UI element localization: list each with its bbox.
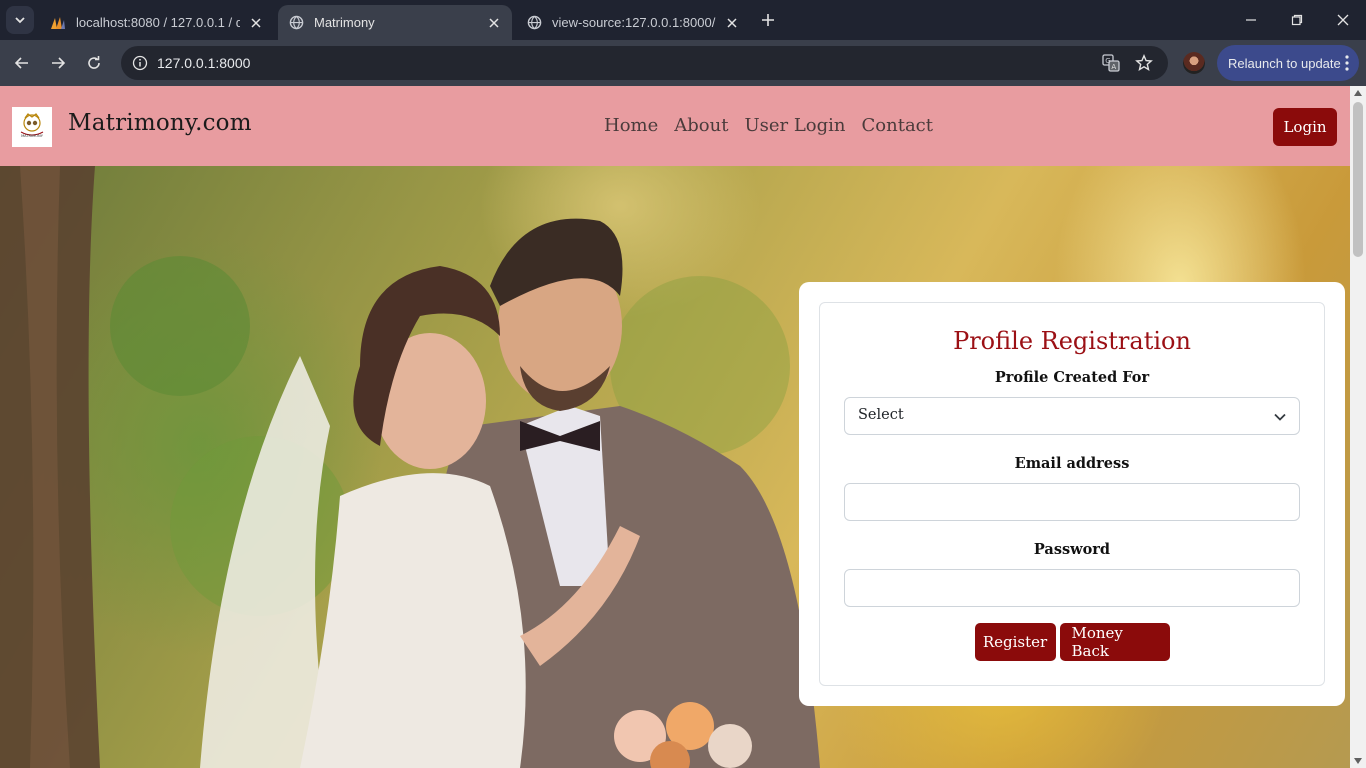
- nav-link-home[interactable]: Home: [604, 115, 658, 136]
- page-viewport: MATRIMONY Matrimony.com Home About User …: [0, 86, 1350, 768]
- tab-search-button[interactable]: [6, 6, 34, 34]
- arrow-right-icon: [52, 57, 66, 69]
- close-icon[interactable]: [486, 15, 502, 31]
- close-icon: [1337, 14, 1349, 26]
- nav-link-about[interactable]: About: [674, 115, 728, 136]
- arrow-left-icon: [14, 57, 28, 69]
- restore-button[interactable]: [1274, 0, 1320, 40]
- browser-toolbar: 127.0.0.1:8000 GA Relaunch to update: [0, 40, 1366, 86]
- select-value: Select: [858, 407, 904, 423]
- translate-icon[interactable]: GA: [1100, 52, 1122, 74]
- url-text: 127.0.0.1:8000: [157, 55, 251, 71]
- forward-button[interactable]: [44, 49, 72, 77]
- profile-created-for-label: Profile Created For: [994, 369, 1150, 386]
- nav-link-user-login[interactable]: User Login: [744, 115, 845, 136]
- svg-text:A: A: [1111, 63, 1116, 71]
- chevron-down-icon: [15, 17, 25, 24]
- site-info-icon[interactable]: [129, 52, 151, 74]
- chevron-down-icon: [1274, 413, 1286, 421]
- registration-card: Profile Registration Profile Created For…: [799, 282, 1345, 706]
- plus-icon: [762, 14, 774, 26]
- tab-title: localhost:8080 / 127.0.0.1 / db /: [76, 15, 240, 30]
- restore-icon: [1291, 14, 1303, 26]
- profile-avatar[interactable]: [1183, 52, 1205, 74]
- tab-matrimony[interactable]: Matrimony: [278, 5, 512, 40]
- browser-tabstrip: localhost:8080 / 127.0.0.1 / db / Matrim…: [0, 0, 1366, 40]
- scroll-down-icon[interactable]: [1354, 758, 1362, 764]
- globe-icon: [288, 15, 304, 31]
- back-button[interactable]: [8, 49, 36, 77]
- close-icon[interactable]: [724, 15, 740, 31]
- site-brand[interactable]: Matrimony.com: [68, 110, 252, 136]
- bookmark-star-icon[interactable]: [1133, 52, 1155, 74]
- nav-link-contact[interactable]: Contact: [862, 115, 933, 136]
- email-field[interactable]: [844, 483, 1300, 521]
- close-window-button[interactable]: [1320, 0, 1366, 40]
- form-title: Profile Registration: [953, 327, 1191, 355]
- registration-form: Profile Registration Profile Created For…: [819, 302, 1325, 686]
- hero-image: Profile Registration Profile Created For…: [0, 166, 1350, 768]
- main-nav: Home About User Login Contact: [604, 115, 933, 136]
- address-bar[interactable]: 127.0.0.1:8000 GA: [121, 46, 1168, 80]
- password-label: Password: [1033, 541, 1111, 558]
- login-button[interactable]: Login: [1273, 108, 1337, 146]
- register-button[interactable]: Register: [974, 623, 1056, 661]
- phpmyadmin-icon: [50, 15, 66, 31]
- more-vert-icon: [1345, 55, 1349, 71]
- minimize-icon: [1246, 19, 1256, 21]
- globe-icon: [526, 15, 542, 31]
- tab-title: Matrimony: [314, 15, 375, 30]
- relaunch-label: Relaunch to update: [1228, 55, 1341, 71]
- relaunch-to-update-button[interactable]: Relaunch to update: [1217, 45, 1359, 81]
- minimize-button[interactable]: [1228, 0, 1274, 40]
- money-back-button[interactable]: Money Back: [1059, 623, 1170, 661]
- new-tab-button[interactable]: [756, 8, 780, 32]
- tab-phpmyadmin[interactable]: localhost:8080 / 127.0.0.1 / db /: [40, 5, 274, 40]
- svg-text:MATRIMONY: MATRIMONY: [21, 134, 44, 138]
- password-field[interactable]: [844, 569, 1300, 607]
- site-navbar: MATRIMONY Matrimony.com Home About User …: [0, 86, 1350, 166]
- scrollbar-thumb[interactable]: [1353, 102, 1363, 257]
- profile-created-for-select[interactable]: Select: [844, 397, 1300, 435]
- reload-icon: [88, 56, 100, 69]
- matrimony-logo-icon: MATRIMONY: [20, 113, 44, 138]
- email-label: Email address: [1014, 455, 1130, 472]
- site-logo[interactable]: MATRIMONY: [12, 107, 52, 147]
- form-actions: Register Money Back: [820, 623, 1324, 661]
- reload-button[interactable]: [80, 49, 108, 77]
- tab-title: view-source:127.0.0.1:8000/read: [552, 15, 716, 30]
- svg-text:G: G: [1105, 57, 1110, 65]
- page-scrollbar[interactable]: [1350, 86, 1366, 768]
- tab-view-source[interactable]: view-source:127.0.0.1:8000/read: [516, 5, 750, 40]
- scroll-up-icon[interactable]: [1354, 90, 1362, 96]
- close-icon[interactable]: [248, 15, 264, 31]
